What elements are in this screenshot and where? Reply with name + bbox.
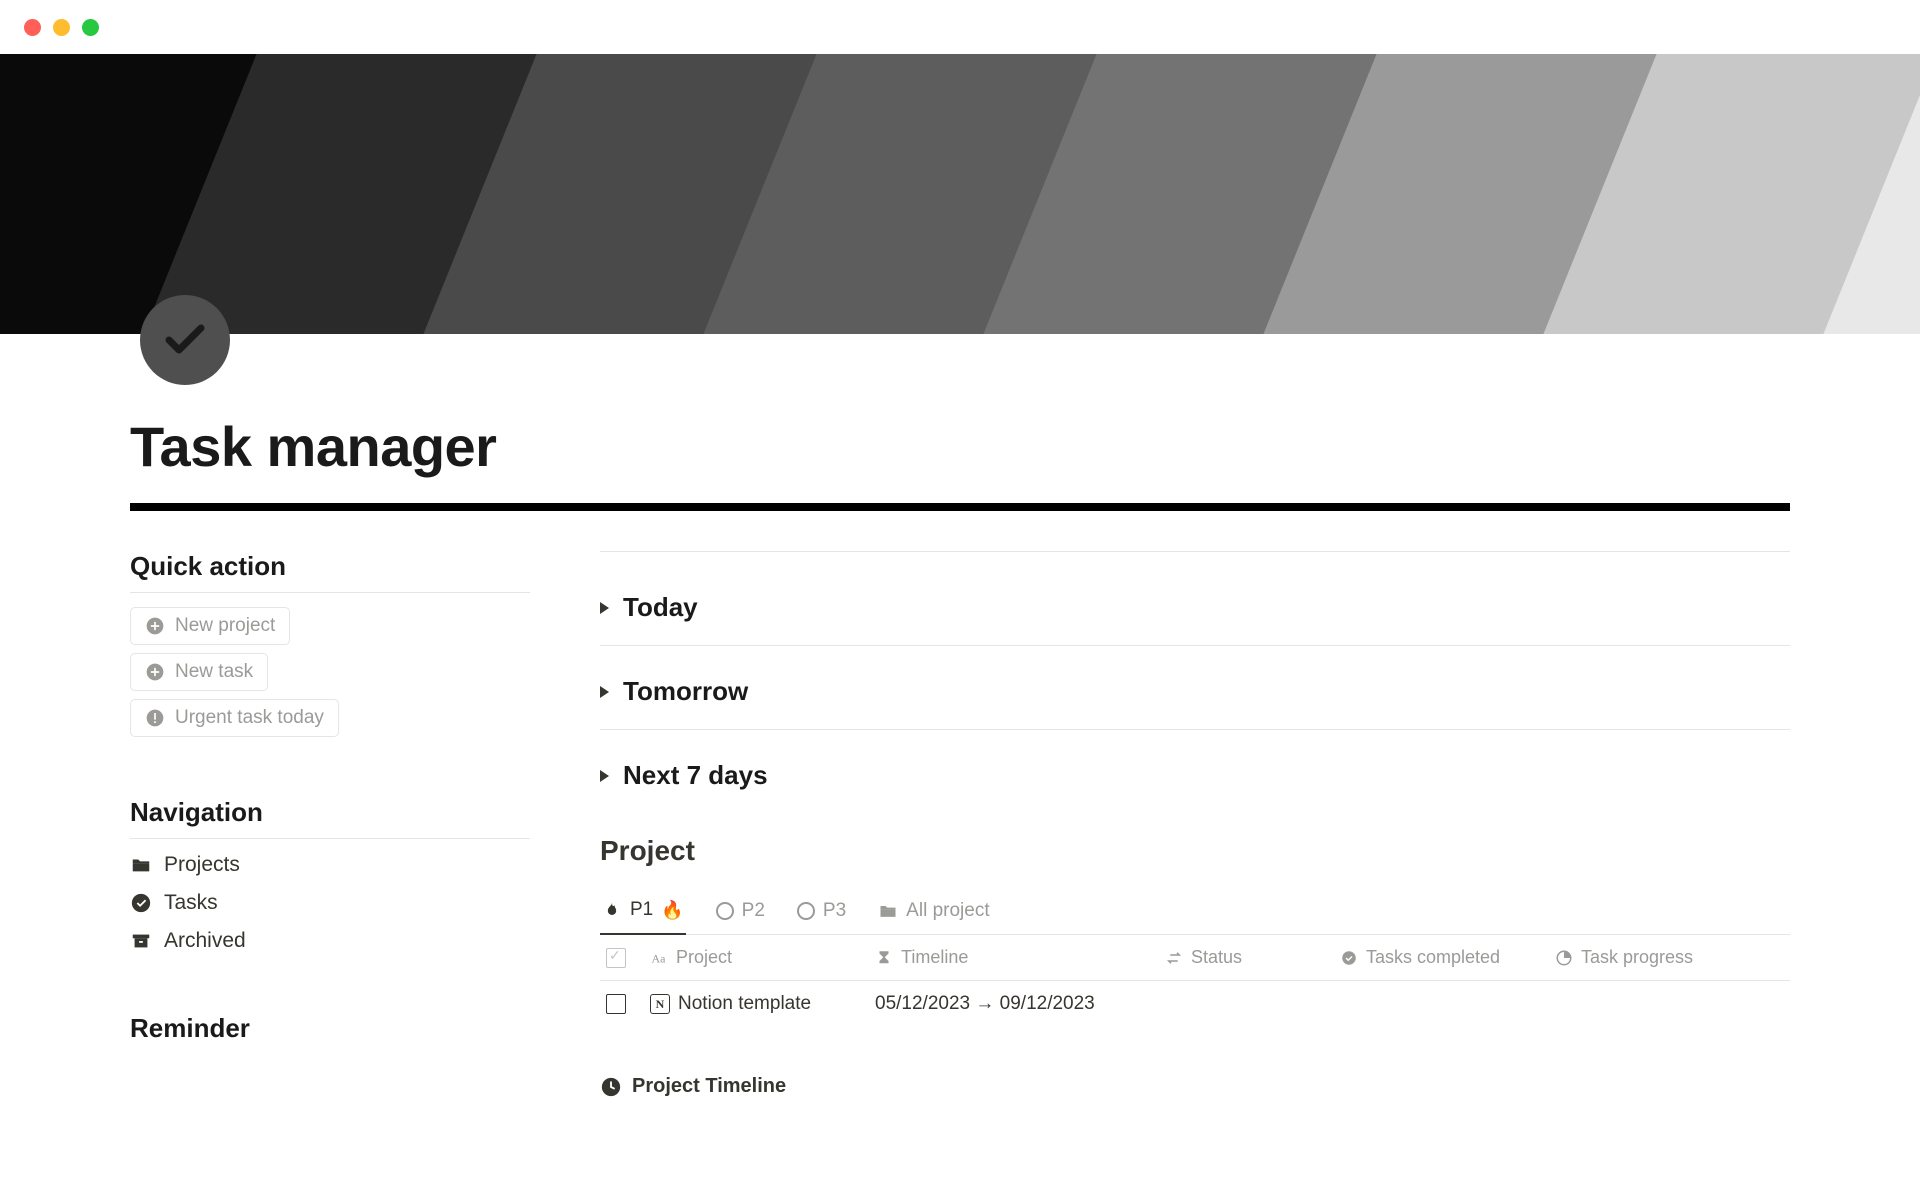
- toggle-arrow-icon: [600, 686, 609, 698]
- column-header: Tasks completed: [1366, 947, 1500, 968]
- plus-circle-icon: [145, 616, 165, 636]
- timeline-label: Project Timeline: [632, 1075, 786, 1098]
- button-label: Urgent task today: [175, 707, 324, 729]
- tab-p2[interactable]: P2: [714, 892, 767, 934]
- toggle-label: Today: [623, 592, 698, 623]
- divider: [600, 645, 1790, 646]
- window-titlebar: [0, 0, 1920, 54]
- quick-action-heading: Quick action: [130, 551, 530, 582]
- circle-icon: [797, 902, 815, 920]
- window-maximize-button[interactable]: [82, 19, 99, 36]
- project-table-header: Aa Project Timeline Status Tasks complet…: [600, 935, 1790, 981]
- nav-label: Projects: [164, 853, 240, 877]
- nav-label: Archived: [164, 929, 246, 953]
- tab-label: P3: [823, 900, 846, 922]
- tab-label: P2: [742, 900, 765, 922]
- check-icon: [161, 316, 209, 364]
- nav-label: Tasks: [164, 891, 218, 915]
- urgent-task-button[interactable]: Urgent task today: [130, 699, 339, 737]
- timeline-value: 05/12/2023 → 09/12/2023: [875, 993, 1095, 1015]
- new-project-button[interactable]: New project: [130, 607, 290, 645]
- nav-item-tasks[interactable]: Tasks: [130, 891, 530, 915]
- folder-icon: [130, 854, 152, 876]
- hourglass-icon: [875, 949, 893, 967]
- project-name: Notion template: [678, 993, 811, 1015]
- tab-p1[interactable]: P1 🔥: [600, 891, 686, 935]
- notion-page-icon: N: [650, 994, 670, 1014]
- cover-image: [0, 54, 1920, 334]
- toggle-next7days[interactable]: Next 7 days: [600, 752, 1790, 799]
- tab-all-project[interactable]: All project: [876, 892, 991, 934]
- toggle-arrow-icon: [600, 602, 609, 614]
- column-header: Timeline: [901, 947, 968, 968]
- row-checkbox[interactable]: [606, 994, 626, 1014]
- check-circle-icon: [130, 892, 152, 914]
- toggle-label: Next 7 days: [623, 760, 768, 791]
- title-divider: [130, 503, 1790, 511]
- window-minimize-button[interactable]: [53, 19, 70, 36]
- circle-icon: [716, 902, 734, 920]
- toggle-label: Tomorrow: [623, 676, 748, 707]
- nav-item-archived[interactable]: Archived: [130, 929, 530, 953]
- flame-emoji-icon: 🔥: [661, 900, 683, 921]
- divider: [600, 729, 1790, 730]
- column-header: Project: [676, 947, 732, 968]
- window-close-button[interactable]: [24, 19, 41, 36]
- page-title[interactable]: Task manager: [130, 414, 1790, 479]
- divider: [600, 551, 1790, 552]
- folder-icon: [878, 901, 898, 921]
- new-task-button[interactable]: New task: [130, 653, 268, 691]
- nav-item-projects[interactable]: Projects: [130, 853, 530, 877]
- project-timeline-view[interactable]: Project Timeline: [600, 1075, 1790, 1098]
- project-tabs: P1 🔥 P2 P3 All project: [600, 891, 1790, 935]
- tab-label: P1: [630, 899, 653, 921]
- tab-label: All project: [906, 900, 989, 922]
- plus-circle-icon: [145, 662, 165, 682]
- clock-icon: [600, 1076, 622, 1098]
- arrows-icon: [1165, 949, 1183, 967]
- divider: [130, 592, 530, 593]
- svg-text:Aa: Aa: [652, 951, 667, 965]
- progress-icon: [1555, 949, 1573, 967]
- navigation-heading: Navigation: [130, 797, 530, 828]
- divider: [130, 838, 530, 839]
- project-heading: Project: [600, 835, 1790, 867]
- column-header: Status: [1191, 947, 1242, 968]
- text-icon: Aa: [650, 949, 668, 967]
- alert-circle-icon: [145, 708, 165, 728]
- checkbox-column-icon: [606, 948, 626, 968]
- page-icon-checkmark[interactable]: [140, 295, 230, 385]
- check-circle-icon: [1340, 949, 1358, 967]
- toggle-today[interactable]: Today: [600, 584, 1790, 631]
- archive-icon: [130, 930, 152, 952]
- button-label: New project: [175, 615, 275, 637]
- reminder-heading: Reminder: [130, 1013, 530, 1044]
- tab-p3[interactable]: P3: [795, 892, 848, 934]
- column-header: Task progress: [1581, 947, 1693, 968]
- button-label: New task: [175, 661, 253, 683]
- toggle-tomorrow[interactable]: Tomorrow: [600, 668, 1790, 715]
- fire-icon: [602, 900, 622, 920]
- toggle-arrow-icon: [600, 770, 609, 782]
- table-row[interactable]: N Notion template 05/12/2023 → 09/12/202…: [600, 981, 1790, 1027]
